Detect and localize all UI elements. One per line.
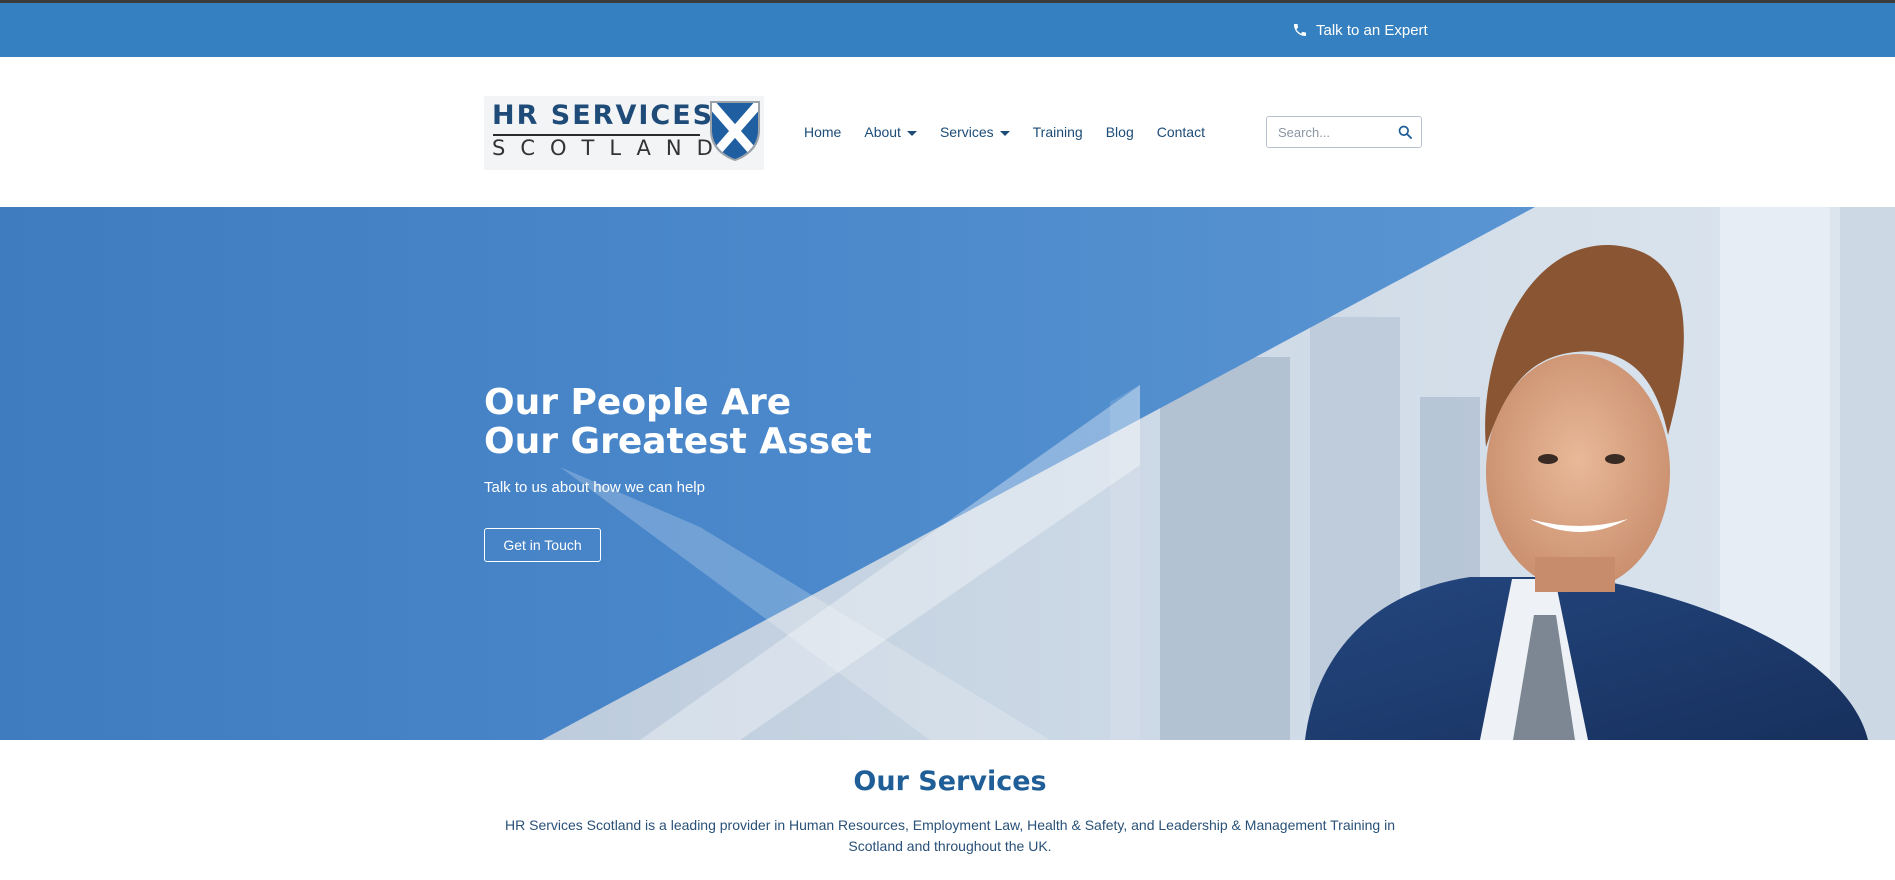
nav-home-label: Home — [804, 124, 842, 140]
nav-services-label: Services — [939, 124, 994, 140]
services-intro: HR Services Scotland is a leading provid… — [505, 817, 1395, 854]
services-section: Our Services HR Services Scotland is a l… — [0, 740, 1895, 880]
caret-down-icon — [999, 130, 1010, 136]
services-heading: Our Services — [853, 766, 1047, 797]
nav-blog-label: Blog — [1105, 124, 1134, 140]
hero-title-line-1: Our People Are — [484, 382, 792, 423]
caret-down-icon — [906, 130, 917, 136]
nav-contact-label: Contact — [1156, 124, 1205, 140]
nav-contact[interactable]: Contact — [1157, 124, 1205, 140]
nav-about[interactable]: About — [864, 124, 917, 140]
get-in-touch-button[interactable]: Get in Touch — [484, 528, 601, 562]
saltire-shield-icon — [710, 101, 760, 161]
phone-icon — [1294, 24, 1306, 36]
site-logo[interactable]: HR SERVICES SCOTLAND — [484, 96, 764, 170]
site-header: HR SERVICES SCOTLAND Home About Services… — [0, 57, 1895, 207]
hero-title: Our People Are Our Greatest Asset — [484, 383, 872, 461]
nav-home[interactable]: Home — [804, 124, 841, 140]
nav-about-label: About — [864, 124, 901, 140]
talk-to-expert-label: Talk to an Expert — [1316, 21, 1428, 39]
search-input[interactable] — [1267, 117, 1387, 147]
hero-background — [0, 207, 1895, 740]
top-bar: Talk to an Expert — [0, 3, 1895, 57]
logo-wordmark-top: HR SERVICES — [492, 100, 715, 131]
main-nav: Home About Services Training Blog Contac… — [804, 57, 1205, 207]
search-icon[interactable] — [1398, 125, 1412, 139]
hero-banner: Our People Are Our Greatest Asset Talk t… — [0, 207, 1895, 740]
logo-wordmark-bottom: SCOTLAND — [492, 136, 728, 160]
talk-to-expert-link[interactable]: Talk to an Expert — [1292, 3, 1428, 57]
hero-subtitle: Talk to us about how we can help — [484, 479, 705, 496]
search-box — [1266, 116, 1422, 148]
hero-title-line-2: Our Greatest Asset — [484, 421, 872, 462]
nav-training[interactable]: Training — [1033, 124, 1083, 140]
nav-training-label: Training — [1032, 124, 1083, 140]
nav-blog[interactable]: Blog — [1106, 124, 1134, 140]
nav-services[interactable]: Services — [940, 124, 1010, 140]
